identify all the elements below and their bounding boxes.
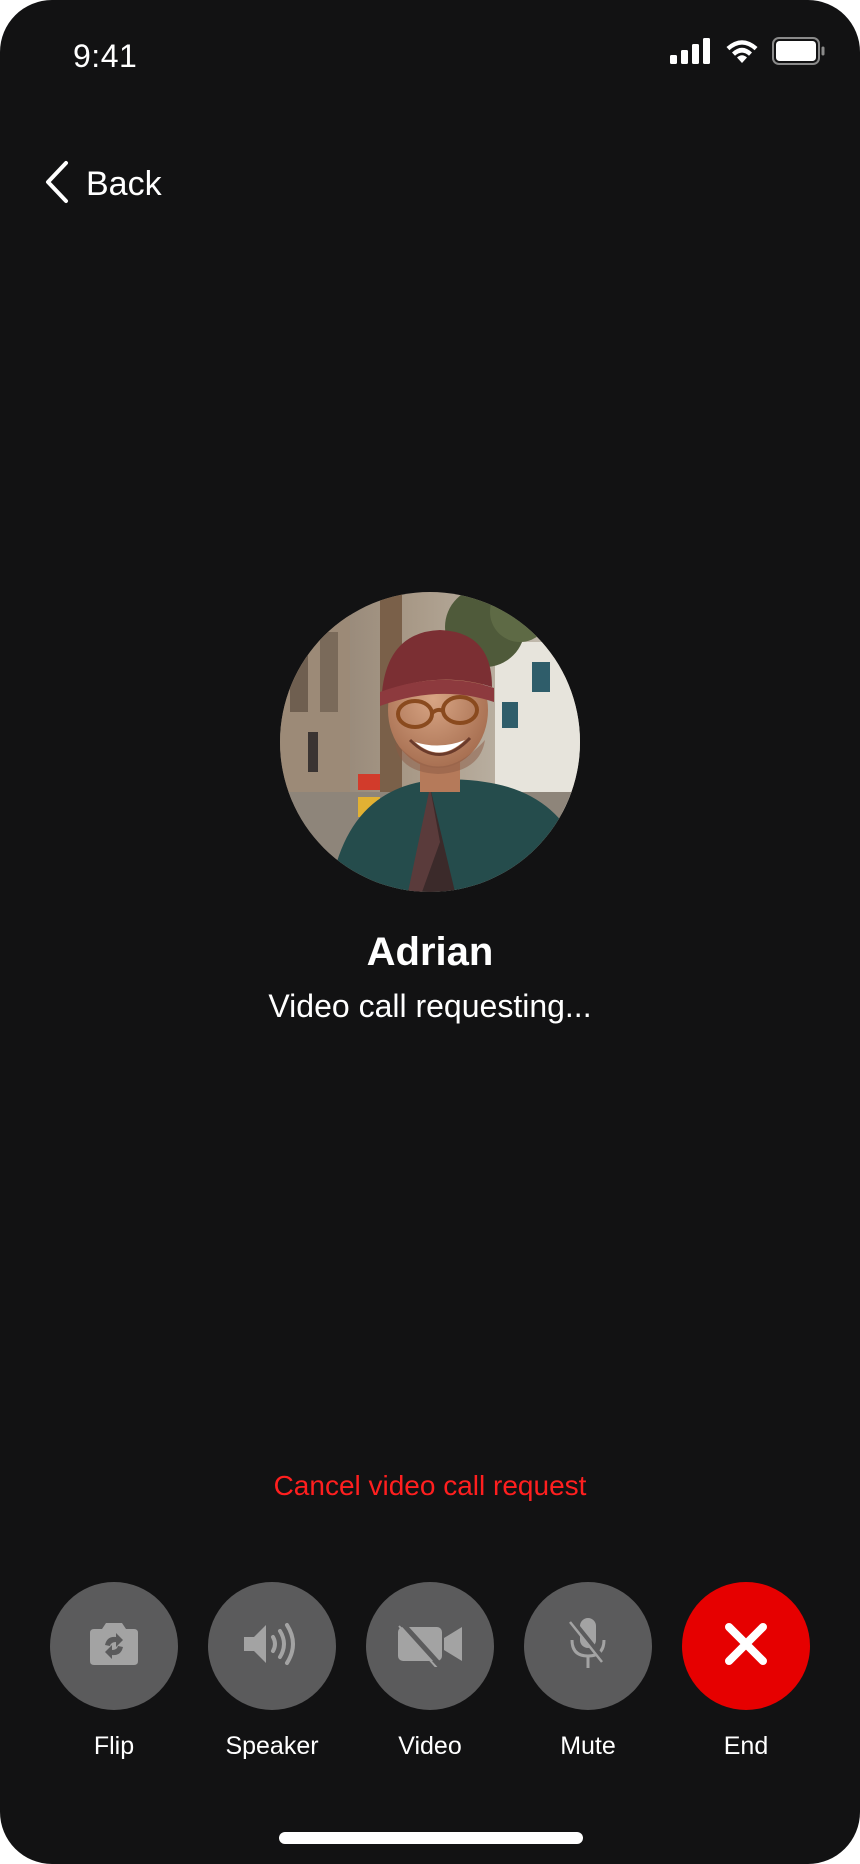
call-screen: 9:41 Back Adrian Video call requesting..… — [0, 0, 860, 1864]
mute-control[interactable]: Mute — [524, 1582, 652, 1761]
speaker-button[interactable] — [208, 1582, 336, 1710]
video-button[interactable] — [366, 1582, 494, 1710]
call-status-text: Video call requesting... — [268, 988, 592, 1024]
battery-icon — [772, 36, 826, 70]
video-off-icon — [396, 1620, 464, 1672]
speaker-icon — [242, 1621, 302, 1672]
video-control[interactable]: Video — [366, 1582, 494, 1761]
video-label: Video — [398, 1732, 462, 1760]
end-call-button[interactable] — [682, 1582, 810, 1710]
speaker-control[interactable]: Speaker — [208, 1582, 336, 1761]
mute-label: Mute — [560, 1732, 616, 1760]
caller-avatar — [280, 592, 580, 892]
mute-button[interactable] — [524, 1582, 652, 1710]
status-time: 9:41 — [73, 38, 138, 74]
status-icons — [670, 36, 826, 70]
home-indicator[interactable] — [279, 1832, 583, 1844]
mic-off-icon — [566, 1616, 610, 1677]
back-button[interactable]: Back — [44, 160, 162, 208]
flip-control[interactable]: Flip — [50, 1582, 178, 1761]
end-control[interactable]: End — [682, 1582, 810, 1761]
end-label: End — [723, 1732, 769, 1760]
back-label: Back — [86, 164, 162, 203]
cellular-signal-icon — [670, 37, 712, 69]
flip-button[interactable] — [50, 1582, 178, 1710]
speaker-label: Speaker — [225, 1732, 319, 1760]
cancel-video-call-link[interactable]: Cancel video call request — [0, 1470, 860, 1502]
wifi-icon — [724, 37, 760, 70]
chevron-left-icon — [44, 160, 70, 209]
close-icon — [723, 1621, 769, 1672]
camera-flip-icon — [86, 1621, 142, 1672]
call-controls: Flip Speaker Video Mute End — [50, 1582, 810, 1761]
flip-label: Flip — [93, 1732, 135, 1760]
caller-name: Adrian — [366, 930, 494, 974]
